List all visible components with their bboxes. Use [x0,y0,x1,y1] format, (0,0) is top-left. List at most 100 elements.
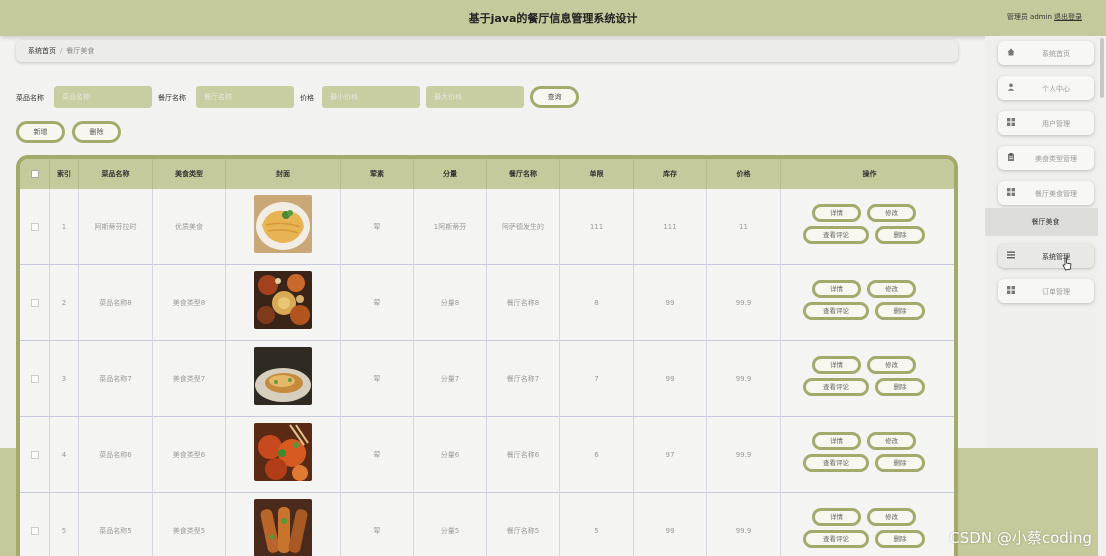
cell-meat-veg: 荤 [341,341,414,417]
sidebar-item-label: 美食类型管理 [1035,155,1077,163]
cell-portion: 1阿斯蒂芬 [414,189,487,265]
cell-cover [226,265,341,341]
row-select[interactable] [20,493,50,556]
cell-actions: 详情 修改 查看评论 删除 [781,265,954,341]
sidebar-item-users[interactable]: 用户管理 [998,111,1094,135]
restaurant-name-input[interactable] [196,86,294,108]
header-cell: 库存 [634,159,707,189]
scrollbar-thumb[interactable] [1100,38,1104,98]
cell-food-type: 美食类型6 [153,417,226,493]
dish-name-input[interactable] [54,86,152,108]
cell-restaurant: 餐厅名称5 [487,493,560,556]
edit-button[interactable]: 修改 [867,280,916,298]
cell-dish-name: 阿斯蒂芬拉时 [79,189,153,265]
max-price-input[interactable] [426,86,524,108]
sidebar-item-system[interactable]: 系统管理 [998,244,1094,268]
delete-button[interactable]: 删除 [875,302,925,320]
cell-meat-veg: 荤 [341,417,414,493]
row-checkbox[interactable] [30,375,39,383]
logout-link[interactable]: 退出登录 [1054,12,1082,22]
delete-button[interactable]: 删除 [875,378,925,396]
view-comments-button[interactable]: 查看评论 [803,454,869,472]
header-cell: 索引 [50,159,79,189]
sidebar-item-food-types[interactable]: 美食类型管理 [998,146,1094,170]
watermark: CSDN @小蔡coding [949,529,1092,547]
edit-button[interactable]: 修改 [867,508,916,526]
row-select[interactable] [20,189,50,265]
cell-meat-veg: 荤 [341,493,414,556]
cell-restaurant: 餐厅名称6 [487,417,560,493]
batch-delete-button[interactable]: 删除 [72,121,121,143]
header-select-all[interactable] [20,159,50,189]
cell-dish-name: 菜品名称5 [79,493,153,556]
cell-stock: 99 [634,341,707,417]
sidebar-item-profile[interactable]: 个人中心 [998,76,1094,100]
cell-limit: 111 [560,189,634,265]
breadcrumb-separator: / [60,47,63,55]
cell-restaurant: 餐厅名称7 [487,341,560,417]
cell-dish-name: 菜品名称7 [79,341,153,417]
row-checkbox[interactable] [30,527,39,535]
row-select[interactable] [20,265,50,341]
cell-actions: 详情 修改 查看评论 删除 [781,189,954,265]
grid-icon [1007,286,1015,294]
query-button[interactable]: 查询 [530,86,579,108]
delete-button[interactable]: 删除 [875,530,925,548]
cell-food-type: 优质美食 [153,189,226,265]
hand-cursor-icon [1062,257,1072,271]
cell-price: 99.9 [707,493,781,556]
page-title: 基于java的餐厅信息管理系统设计 [468,12,638,25]
current-user: 管理员 admin [1006,13,1052,21]
cell-limit: 5 [560,493,634,556]
table-row: 3 菜品名称7 美食类型7 荤 分量7 餐厅名称7 7 99 99.9 详情 修… [20,341,954,417]
sidebar: 系统首页 个人中心 用户管理 美食类型管理 餐厅美食管理 餐厅美食 系统管理 订… [985,36,1106,448]
delete-button[interactable]: 删除 [875,454,925,472]
edit-button[interactable]: 修改 [867,432,916,450]
row-checkbox[interactable] [30,451,39,459]
cell-dish-name: 菜品名称8 [79,265,153,341]
cell-index: 5 [50,493,79,556]
view-comments-button[interactable]: 查看评论 [803,226,869,244]
sidebar-item-orders[interactable]: 订单管理 [998,279,1094,303]
sidebar-item-label: 餐厅美食管理 [1035,190,1077,198]
sidebar-subitem-restaurant-food[interactable]: 餐厅美食 [985,208,1106,236]
cell-cover [226,493,341,556]
sidebar-item-home[interactable]: 系统首页 [998,41,1094,65]
min-price-input[interactable] [322,86,420,108]
cell-cover [226,189,341,265]
view-comments-button[interactable]: 查看评论 [803,378,869,396]
cell-stock: 111 [634,189,707,265]
cell-portion: 分量8 [414,265,487,341]
dish-cover-image [254,195,312,253]
clipboard-icon [1007,153,1015,161]
table-row: 5 菜品名称5 美食类型5 荤 分量5 餐厅名称5 5 99 99.9 详情 修… [20,493,954,556]
price-label: 价格 [300,94,314,102]
delete-button[interactable]: 删除 [875,226,925,244]
sidebar-item-label: 系统首页 [1042,50,1070,58]
cell-index: 1 [50,189,79,265]
cell-meat-veg: 荤 [341,189,414,265]
dish-cover-image [254,499,312,556]
dish-cover-image [254,347,312,405]
row-select[interactable] [20,341,50,417]
edit-button[interactable]: 修改 [867,356,916,374]
user-icon [1007,83,1015,91]
view-comments-button[interactable]: 查看评论 [803,530,869,548]
cell-price: 99.9 [707,417,781,493]
cell-food-type: 美食类型8 [153,265,226,341]
row-checkbox[interactable] [30,223,39,231]
header-cell: 分量 [414,159,487,189]
row-select[interactable] [20,417,50,493]
scrollbar[interactable] [1098,36,1106,556]
dish-cover-image [254,423,312,481]
select-all-checkbox[interactable] [30,170,39,178]
add-button[interactable]: 新增 [16,121,65,143]
cell-food-type: 美食类型5 [153,493,226,556]
dish-table: 索引 菜品名称 美食类型 封面 荤素 分量 餐厅名称 单限 库存 价格 操作 1… [16,155,958,556]
breadcrumb-home[interactable]: 系统首页 [28,47,56,55]
view-comments-button[interactable]: 查看评论 [803,302,869,320]
edit-button[interactable]: 修改 [867,204,916,222]
row-checkbox[interactable] [30,299,39,307]
sidebar-item-label: 用户管理 [1042,120,1070,128]
sidebar-item-restaurant-food[interactable]: 餐厅美食管理 [998,181,1094,205]
